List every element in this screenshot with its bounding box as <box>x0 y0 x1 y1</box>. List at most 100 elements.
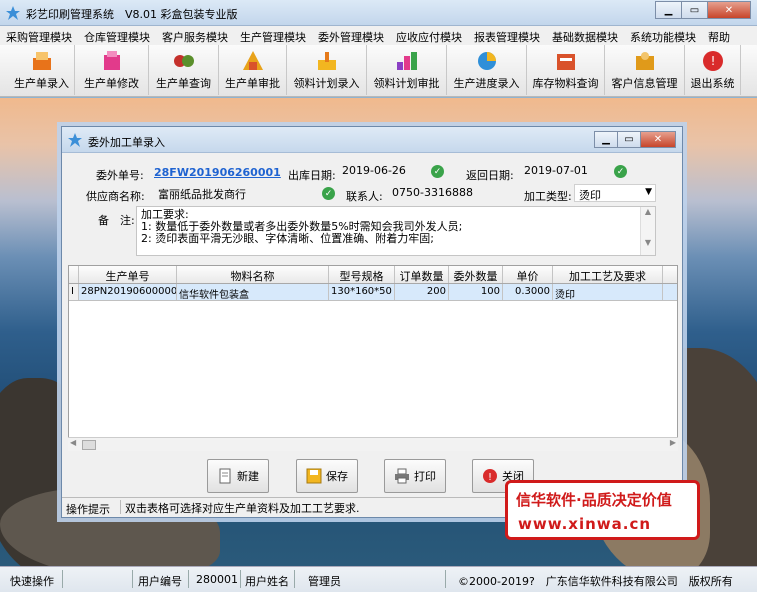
cell-unit-price[interactable]: 0.3000 <box>503 284 553 300</box>
table-horizontal-scrollbar[interactable]: ◀ ▶ <box>68 437 678 451</box>
row-indicator-header <box>69 266 79 283</box>
order-items-table: 生产单号 物料名称 型号规格 订单数量 委外数量 单价 加工工艺及要求 I 28… <box>68 265 678 451</box>
status-divider <box>240 570 241 588</box>
tool-production-entry[interactable]: 生产单录入 <box>9 45 75 95</box>
quick-ops-label[interactable]: 快速操作 <box>10 573 54 589</box>
status-divider <box>62 570 63 588</box>
tool-label: 生产单审批 <box>225 77 280 90</box>
tool-material-plan-approve[interactable]: 领料计划审批 <box>367 45 447 95</box>
user-name-label: 用户姓名 <box>245 575 289 588</box>
tool-label: 生产进度录入 <box>453 77 520 90</box>
save-button[interactable]: 保存 <box>296 459 358 493</box>
app-title: 彩艺印刷管理系统 V8.01 彩盒包装专业版 <box>26 8 238 21</box>
promo-url: www.xinwa.cn <box>518 515 652 533</box>
minimize-button[interactable]: ▁ <box>655 1 682 19</box>
cell-material-name[interactable]: 信华软件包装盒 <box>177 284 329 300</box>
user-name-value: 管理员 <box>308 575 341 588</box>
close-button[interactable]: ✕ <box>707 1 751 19</box>
tool-customer-info[interactable]: 客户信息管理 <box>605 45 685 95</box>
contact-field[interactable]: 0750-3316888 <box>388 184 514 202</box>
tool-label: 退出系统 <box>690 77 735 90</box>
menu-bar: 采购管理模块 仓库管理模块 客户服务模块 生产管理模块 委外管理模块 应收应付模… <box>0 26 757 45</box>
process-type-select[interactable]: 烫印 ▼ <box>574 184 656 202</box>
column-header[interactable]: 委外数量 <box>449 266 503 283</box>
column-header[interactable]: 生产单号 <box>79 266 177 283</box>
promo-stamp: 信华软件·品质决定价值 www.xinwa.cn <box>505 480 700 540</box>
supplier-label: 供应商名称: <box>86 190 145 203</box>
cell-order-qty[interactable]: 200 <box>395 284 449 300</box>
dialog-close-button[interactable]: ✕ <box>640 131 676 148</box>
stock-query-icon <box>556 54 575 70</box>
remark-textarea[interactable]: 加工要求: 1: 数量低于委外数量或者多出委外数量5%时需知会我司外发人员; 2… <box>136 206 656 256</box>
outsource-order-dialog: 委外加工单录入 ▁ ▭ ✕ 委外单号: 28FW201906260001 出库日… <box>61 126 683 518</box>
contact-label: 联系人: <box>346 190 383 203</box>
menu-production[interactable]: 生产管理模块 <box>234 26 312 45</box>
menu-warehouse[interactable]: 仓库管理模块 <box>78 26 156 45</box>
scroll-thumb[interactable] <box>82 440 96 450</box>
menu-purchase[interactable]: 采购管理模块 <box>0 26 78 45</box>
production-edit-icon <box>103 51 120 70</box>
table-header: 生产单号 物料名称 型号规格 订单数量 委外数量 单价 加工工艺及要求 <box>69 266 677 284</box>
save-button-label: 保存 <box>326 470 348 483</box>
svg-text:!: ! <box>488 472 492 483</box>
tool-production-approve[interactable]: 生产单审批 <box>219 45 287 95</box>
tool-progress-entry[interactable]: 生产进度录入 <box>447 45 527 95</box>
scroll-down-icon[interactable]: ▼ <box>641 238 655 247</box>
dialog-window-controls: ▁ ▭ ✕ <box>594 131 676 148</box>
column-header[interactable]: 订单数量 <box>395 266 449 283</box>
tool-production-edit[interactable]: 生产单修改 <box>75 45 149 95</box>
material-plan-approve-icon <box>396 52 417 70</box>
tool-stock-query[interactable]: 库存物料查询 <box>527 45 605 95</box>
menu-help[interactable]: 帮助 <box>702 26 736 45</box>
column-header[interactable]: 单价 <box>503 266 553 283</box>
exit-icon: ! <box>483 469 497 483</box>
tool-exit[interactable]: ! 退出系统 <box>685 45 741 95</box>
tool-label: 客户信息管理 <box>611 77 678 90</box>
cell-process[interactable]: 烫印 <box>553 284 663 300</box>
return-date-field[interactable]: 2019-07-01 <box>520 162 628 180</box>
dialog-minimize-button[interactable]: ▁ <box>594 131 618 148</box>
cell-production-no[interactable]: 28PN201906000001 <box>79 284 177 300</box>
status-divider <box>445 570 446 588</box>
new-document-icon <box>219 468 231 484</box>
user-no-label: 用户编号 <box>138 575 182 588</box>
print-button-label: 打印 <box>414 470 436 483</box>
cell-outsource-qty[interactable]: 100 <box>449 284 503 300</box>
tool-material-plan-entry[interactable]: 领料计划录入 <box>287 45 367 95</box>
menu-system[interactable]: 系统功能模块 <box>624 26 702 45</box>
dialog-maximize-button[interactable]: ▭ <box>617 131 641 148</box>
maximize-icon: ▭ <box>689 4 700 16</box>
scroll-up-icon[interactable]: ▲ <box>641 207 655 216</box>
tool-label: 领料计划审批 <box>373 77 440 90</box>
order-no-field[interactable]: 28FW201906260001 <box>150 164 281 182</box>
menu-outsourcing[interactable]: 委外管理模块 <box>312 26 390 45</box>
close-icon: ✕ <box>653 134 663 145</box>
out-date-check-icon: ✓ <box>431 165 444 178</box>
table-row[interactable]: I 28PN201906000001 信华软件包装盒 130*160*50 20… <box>69 284 677 301</box>
status-bar: 快速操作 用户编号 280001 用户姓名 管理员 ©2000-2019? 广东… <box>0 566 757 592</box>
remark-label: 备 注: <box>98 214 135 227</box>
menu-basic-data[interactable]: 基础数据模块 <box>546 26 624 45</box>
menu-customer-service[interactable]: 客户服务模块 <box>156 26 234 45</box>
column-header[interactable]: 物料名称 <box>177 266 329 283</box>
print-button[interactable]: 打印 <box>384 459 446 493</box>
supplier-field[interactable]: 富丽纸品批发商行 <box>154 184 334 202</box>
menu-receivable-payable[interactable]: 应收应付模块 <box>390 26 468 45</box>
column-header[interactable]: 加工工艺及要求 <box>553 266 663 283</box>
remark-scrollbar[interactable]: ▲ ▼ <box>640 207 655 255</box>
customer-info-icon <box>635 52 654 70</box>
new-button[interactable]: 新建 <box>207 459 269 493</box>
scroll-left-icon[interactable]: ◀ <box>70 438 76 447</box>
toolbar: 生产单录入 生产单修改 生产单查询 生产单审批 领料计划录入 领料计划审批 生产… <box>0 45 757 97</box>
cell-spec[interactable]: 130*160*50 <box>329 284 395 300</box>
supplier-check-icon: ✓ <box>322 187 335 200</box>
status-divider <box>294 570 295 588</box>
order-form: 委外单号: 28FW201906260001 出库日期: 2019-06-26 … <box>62 154 682 266</box>
new-button-label: 新建 <box>237 470 259 483</box>
maximize-button[interactable]: ▭ <box>681 1 708 19</box>
scroll-right-icon[interactable]: ▶ <box>670 438 676 447</box>
menu-reports[interactable]: 报表管理模块 <box>468 26 546 45</box>
column-header[interactable]: 型号规格 <box>329 266 395 283</box>
tool-production-query[interactable]: 生产单查询 <box>149 45 219 95</box>
production-entry-icon <box>32 52 51 70</box>
